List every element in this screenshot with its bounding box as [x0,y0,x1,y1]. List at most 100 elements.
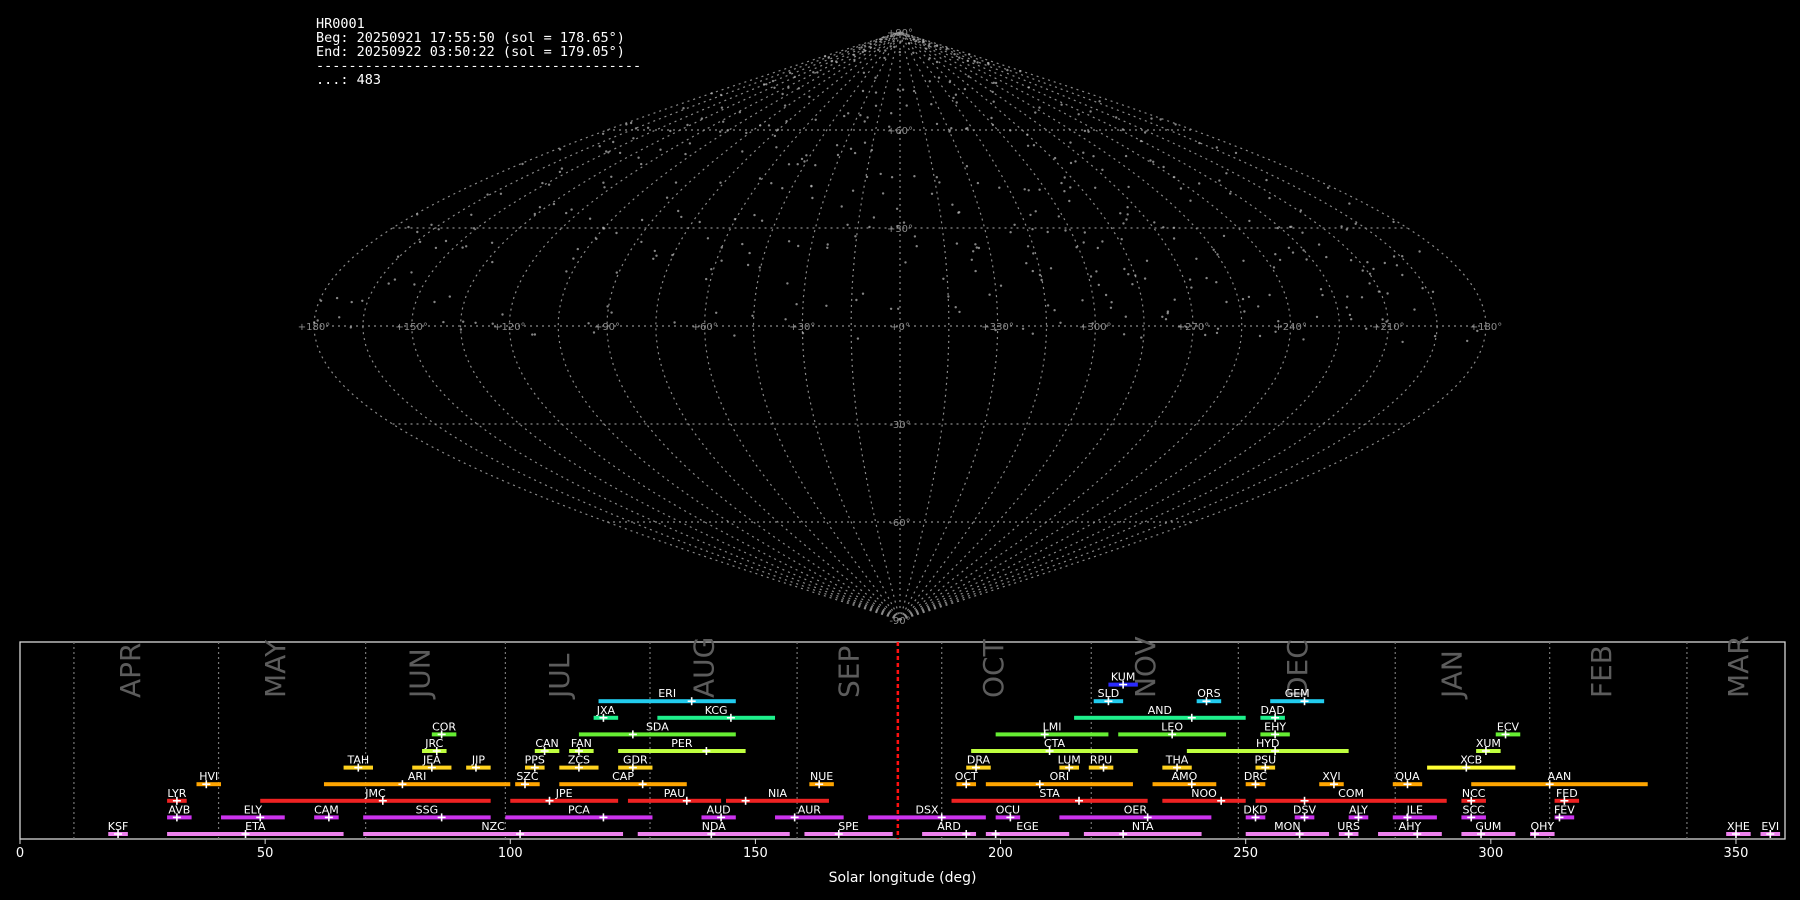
x-axis: 0 50 100 150 200 250 300 350 Solar longitude (de… [16,839,1749,886]
shower-code-label: XHE [1727,820,1750,833]
shower-code-label: OER [1124,803,1148,816]
shower-code-label: AUR [798,803,822,816]
month-label: AUG [688,637,721,698]
shower-code-label: AMO [1172,770,1198,783]
shower-code-label: LEO [1161,720,1183,733]
shower-code-label: AHY [1399,820,1422,833]
x-tick-label: 150 [743,846,768,861]
shower-code-label: AND [1148,704,1172,717]
shower-code-label: URS [1337,820,1360,833]
shower-timeline: APR MAY JUN JUL AUG SEP OCT NOV DEC JAN FEB MAR KSF… [16,635,1786,886]
shower-code-label: HVI [199,770,218,783]
shower-code-label: EHY [1264,720,1286,733]
month-label: SEP [832,646,865,698]
shower-code-label: JXA [596,704,616,717]
shower-code-label: OCU [996,803,1020,816]
shower-code-label: FAN [571,737,592,750]
shower-code-label: CAN [535,737,558,750]
shower-code-label: JIP [471,754,485,767]
shower-code-label: LUM [1058,754,1081,767]
shower-code-label: ORS [1197,687,1220,700]
month-label: FEB [1585,645,1618,698]
shower-code-label: ECV [1497,720,1520,733]
x-tick-label: 100 [498,846,523,861]
shower-code-label: SLD [1098,687,1120,700]
shower-code-label: OHY [1530,820,1554,833]
shower-code-label: ORI [1050,770,1070,783]
shower-code-label: ELY [244,803,263,816]
shower-code-label: DKD [1243,803,1267,816]
shower-code-label: FEV [1554,803,1575,816]
shower-code-label: THA [1165,754,1189,767]
shower-code-label: RPU [1090,754,1112,767]
month-label: MAY [259,639,292,698]
shower-code-label: ARI [408,770,426,783]
x-tick-label: 250 [1233,846,1258,861]
shower-code-label: NZC [481,820,505,833]
shower-code-label: GDR [623,754,648,767]
shower-code-label: KCG [705,704,728,717]
shower-code-label: TAH [346,754,369,767]
shower-code-label: XVI [1322,770,1340,783]
shower-code-label: ETA [245,820,266,833]
shower-code-label: KSF [108,820,129,833]
shower-code-label: SSG [416,803,439,816]
month-label: MAR [1722,635,1755,698]
shower-code-label: JEA [422,754,441,767]
shower-code-label: KUM [1111,671,1135,684]
shower-code-label: SDA [646,720,669,733]
shower-code-label: PPS [525,754,545,767]
shower-code-label: HYD [1256,737,1279,750]
shower-code-label: EGE [1016,820,1038,833]
shower-code-label: STA [1039,787,1060,800]
month-label: JUN [403,648,436,700]
shower-code-label: OCT [955,770,978,783]
x-axis-label: Solar longitude (deg) [829,870,977,886]
shower-code-label: NOO [1191,787,1217,800]
shower-code-label: FED [1556,787,1578,800]
shower-code-label: LMI [1043,720,1062,733]
shower-code-label: GUM [1475,820,1501,833]
shower-code-label: SPE [838,820,859,833]
shower-code-label: NIA [768,787,787,800]
shower-code-label: DAD [1261,704,1285,717]
shower-code-label: LYR [167,787,186,800]
month-label: JAN [1435,650,1468,700]
shower-code-label: JLE [1406,803,1423,816]
shower-code-label: SCC [1463,803,1486,816]
month-label: JUL [543,653,576,700]
shower-code-label: DRC [1244,770,1268,783]
x-tick-label: 200 [988,846,1013,861]
shower-code-label: JPE [555,787,573,800]
month-label: NOV [1129,636,1162,698]
x-tick-label: 300 [1478,846,1503,861]
x-tick-label: 0 [16,846,24,861]
meteor-display: +180° +150° +120° +90° +60° +30° +0° +330° +300°… [0,0,1800,900]
shower-code-label: JMC [364,787,386,800]
shower-code-label: NUE [810,770,833,783]
shower-code-label: CTA [1044,737,1066,750]
x-tick-label: 50 [257,846,274,861]
shower-code-label: JRC [424,737,443,750]
shower-code-label: NTA [1132,820,1154,833]
shower-code-label: CAP [612,770,634,783]
shower-code-label: XUM [1476,737,1501,750]
shower-code-label: COR [432,720,456,733]
shower-code-label: MON [1274,820,1300,833]
shower-code-label: ALY [1349,803,1368,816]
shower-code-label: NDA [702,820,727,833]
shower-code-label: QUA [1395,770,1420,783]
x-tick-label: 350 [1724,846,1749,861]
shower-code-label: AUD [707,803,731,816]
shower-code-label: AVB [168,803,190,816]
shower-code-label: XCB [1460,754,1482,767]
shower-code-label: NCC [1462,787,1486,800]
shower-code-label: DSX [916,803,939,816]
shower-code-label: AAN [1548,770,1572,783]
month-label: OCT [977,638,1010,698]
shower-code-label: PER [671,737,693,750]
shower-code-label: ERI [658,687,676,700]
shower-code-label: DSV [1293,803,1316,816]
shower-code-label: DRA [967,754,991,767]
shower-code-label: SZC [516,770,539,783]
